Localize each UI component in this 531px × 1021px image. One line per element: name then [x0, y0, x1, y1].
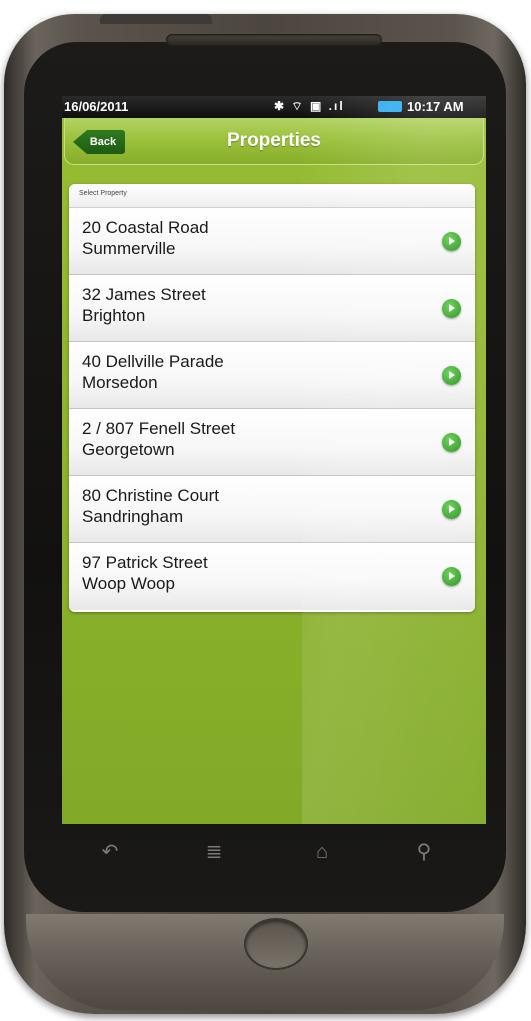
- chevron-right-icon[interactable]: [442, 500, 461, 519]
- chevron-right-icon[interactable]: [442, 232, 461, 251]
- property-street: 97 Patrick Street: [82, 553, 208, 572]
- chevron-right-icon[interactable]: [442, 567, 461, 586]
- menu-key-icon[interactable]: ≣: [194, 838, 234, 866]
- earpiece-speaker: [166, 34, 382, 46]
- search-key-icon[interactable]: ⚲: [404, 838, 444, 866]
- home-key-icon[interactable]: ⌂: [302, 838, 342, 866]
- list-item[interactable]: 2 / 807 Fenell Street Georgetown: [69, 409, 475, 476]
- property-street: 20 Coastal Road: [82, 218, 209, 237]
- battery-icon: [378, 101, 402, 112]
- back-key-icon[interactable]: ↶: [90, 838, 130, 866]
- list-item[interactable]: 40 Dellville Parade Morsedon: [69, 342, 475, 409]
- property-list: Select Property 20 Coastal Road Summervi…: [69, 184, 475, 612]
- screen: 16/06/2011 ✱ ⌔ ▣ .ıl 10:17 AM Properties…: [62, 96, 486, 824]
- list-item[interactable]: 97 Patrick Street Woop Woop: [69, 543, 475, 610]
- status-time: 10:17 AM: [407, 99, 464, 114]
- property-street: 2 / 807 Fenell Street: [82, 419, 236, 438]
- property-suburb: Morsedon: [82, 373, 158, 392]
- hardware-nav-keys: ↶ ≣ ⌂ ⚲: [62, 828, 486, 876]
- chevron-right-icon[interactable]: [442, 299, 461, 318]
- trackball-button[interactable]: [244, 918, 308, 970]
- chevron-right-icon[interactable]: [442, 433, 461, 452]
- property-suburb: Woop Woop: [82, 574, 175, 593]
- list-header: Select Property: [69, 184, 475, 208]
- property-suburb: Brighton: [82, 306, 146, 325]
- property-suburb: Sandringham: [82, 507, 184, 526]
- status-bar: 16/06/2011 ✱ ⌔ ▣ .ıl 10:17 AM: [62, 96, 486, 118]
- title-bar: Properties Back: [64, 118, 484, 165]
- property-street: 40 Dellville Parade: [82, 352, 224, 371]
- list-item[interactable]: 32 James Street Brighton: [69, 275, 475, 342]
- property-suburb: Summerville: [82, 239, 176, 258]
- property-suburb: Georgetown: [82, 440, 175, 459]
- page-title: Properties: [227, 130, 321, 151]
- list-item[interactable]: 20 Coastal Road Summerville: [69, 208, 475, 275]
- property-street: 32 James Street: [82, 285, 206, 304]
- status-icons: ✱ ⌔ ▣ .ıl: [274, 99, 345, 113]
- list-item[interactable]: 80 Christine Court Sandringham: [69, 476, 475, 543]
- chevron-right-icon[interactable]: [442, 366, 461, 385]
- phone-top-lip: [100, 14, 212, 24]
- status-date: 16/06/2011: [64, 99, 129, 114]
- property-street: 80 Christine Court: [82, 486, 220, 505]
